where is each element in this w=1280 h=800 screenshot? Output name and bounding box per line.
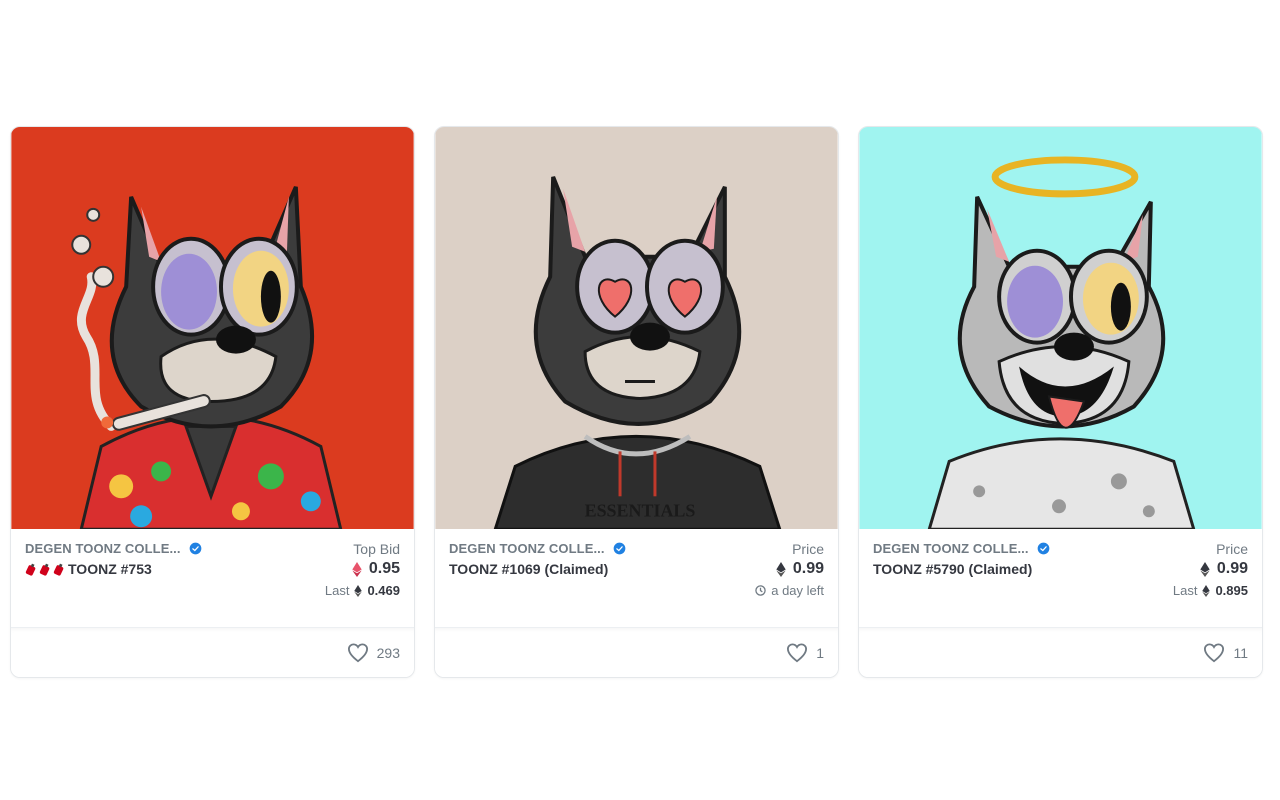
cat-artwork bbox=[11, 127, 414, 530]
collection-name[interactable]: DEGEN TOONZ COLLE... bbox=[25, 541, 181, 556]
price-value: 0.95 bbox=[368, 560, 400, 578]
clock-icon bbox=[755, 585, 766, 596]
eth-icon bbox=[1200, 561, 1210, 577]
card-info: DEGEN TOONZ COLLE... TOONZ #753 Top Bid … bbox=[11, 529, 414, 627]
nft-card[interactable]: DEGEN TOONZ COLLE... TOONZ #5790 (Claime… bbox=[858, 126, 1263, 678]
card-info: DEGEN TOONZ COLLE... TOONZ #1069 (Claime… bbox=[435, 529, 838, 627]
card-info: DEGEN TOONZ COLLE... TOONZ #5790 (Claime… bbox=[859, 529, 1262, 627]
last-sale-value: 0.895 bbox=[1215, 583, 1248, 599]
favorite-button[interactable]: 11 bbox=[1203, 643, 1248, 663]
nft-image[interactable]: ESSENTIALS bbox=[435, 127, 838, 530]
verified-badge-icon bbox=[1037, 542, 1049, 555]
favorite-button[interactable]: 1 bbox=[786, 643, 824, 663]
price-label: Price bbox=[1216, 541, 1248, 558]
token-name[interactable]: TOONZ #1069 (Claimed) bbox=[449, 561, 626, 577]
last-sale-label: Last bbox=[324, 583, 350, 599]
token-name-text: TOONZ #5790 (Claimed) bbox=[873, 561, 1033, 578]
price-label: Price bbox=[792, 541, 824, 558]
eth-icon bbox=[776, 561, 786, 577]
price-row: 0.99 bbox=[776, 560, 824, 578]
last-sale: Last 0.895 bbox=[1173, 583, 1248, 598]
nft-card-grid: DEGEN TOONZ COLLE... TOONZ #753 Top Bid … bbox=[10, 126, 1264, 678]
last-sale: Last 0.469 bbox=[325, 583, 400, 598]
heart-icon bbox=[1204, 643, 1225, 662]
token-name[interactable]: TOONZ #753 bbox=[25, 561, 202, 577]
favorite-count: 293 bbox=[376, 644, 400, 661]
verified-badge-icon bbox=[613, 542, 625, 555]
eth-icon bbox=[354, 584, 363, 597]
card-footer: 293 bbox=[11, 627, 414, 677]
price-row: 0.95 bbox=[352, 560, 400, 578]
nft-card[interactable]: ESSENTIALS DEGEN TOONZ COLLE... TOONZ #1… bbox=[434, 126, 839, 678]
token-name[interactable]: TOONZ #5790 (Claimed) bbox=[873, 561, 1050, 577]
favorite-button[interactable]: 293 bbox=[347, 643, 400, 663]
nft-card[interactable]: DEGEN TOONZ COLLE... TOONZ #753 Top Bid … bbox=[10, 126, 415, 678]
favorite-count: 1 bbox=[816, 644, 824, 661]
nft-image[interactable] bbox=[11, 127, 414, 530]
token-name-text: TOONZ #1069 (Claimed) bbox=[449, 561, 609, 578]
hoodie-text: ESSENTIALS bbox=[585, 500, 696, 520]
fire-extinguisher-emoji-icon bbox=[25, 563, 66, 576]
price-label: Top Bid bbox=[353, 541, 400, 558]
heart-icon bbox=[347, 643, 368, 662]
weth-icon bbox=[352, 561, 362, 577]
price-value: 0.99 bbox=[1216, 560, 1248, 578]
last-sale-value: 0.469 bbox=[367, 583, 400, 599]
time-left-label: a day left bbox=[771, 583, 824, 599]
last-sale-label: Last bbox=[1172, 583, 1198, 599]
price-row: 0.99 bbox=[1200, 560, 1248, 578]
verified-badge-icon bbox=[189, 542, 201, 555]
card-footer: 11 bbox=[859, 627, 1262, 677]
price-value: 0.99 bbox=[792, 560, 824, 578]
heart-icon bbox=[787, 643, 808, 662]
token-name-text: TOONZ #753 bbox=[68, 561, 152, 578]
cat-artwork: ESSENTIALS bbox=[435, 127, 838, 530]
collection-name[interactable]: DEGEN TOONZ COLLE... bbox=[873, 541, 1029, 556]
nft-image[interactable] bbox=[859, 127, 1262, 530]
favorite-count: 11 bbox=[1233, 644, 1248, 661]
time-left: a day left bbox=[755, 583, 824, 598]
card-footer: 1 bbox=[435, 627, 838, 677]
cat-artwork bbox=[859, 127, 1262, 530]
collection-name[interactable]: DEGEN TOONZ COLLE... bbox=[449, 541, 605, 556]
eth-icon bbox=[1202, 584, 1211, 597]
